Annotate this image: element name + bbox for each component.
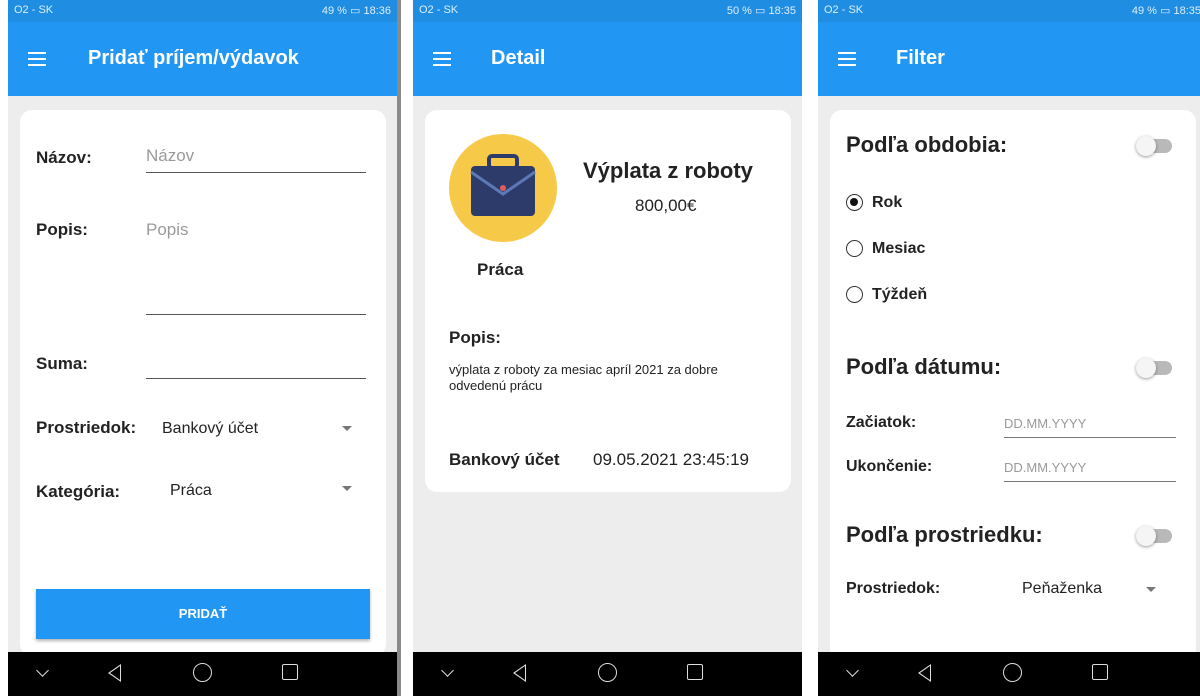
source-filter-title: Podľa prostriedku: — [846, 522, 1043, 547]
carrier-name: O2 - SK — [824, 4, 864, 16]
radio-month-label: Mesiac — [872, 240, 926, 257]
transaction-amount: 800,00€ — [635, 196, 697, 215]
radio-year-label: Rok — [872, 194, 903, 211]
date-filter-title: Podľa dátumu: — [846, 354, 1002, 379]
recent-apps-icon[interactable] — [1092, 664, 1108, 680]
chevron-down-icon — [342, 486, 352, 491]
home-icon[interactable] — [1003, 663, 1022, 682]
page-title: Pridať príjem/výdavok — [88, 47, 299, 69]
description-text: výplata z roboty za mesiac apríl 2021 za… — [449, 362, 718, 393]
carrier-name: O2 - SK — [419, 4, 459, 16]
transaction-name: Výplata z roboty — [583, 158, 753, 183]
amount-label: Suma: — [36, 354, 88, 373]
battery-icon: ▭ — [1160, 5, 1171, 17]
period-toggle[interactable] — [1136, 136, 1172, 156]
back-icon[interactable] — [513, 664, 526, 682]
start-date-input[interactable]: DD.MM.YYYY — [1004, 416, 1176, 438]
status-indicators: 49 % ▭ 18:35 — [1132, 4, 1200, 17]
name-input[interactable]: Názov — [146, 146, 366, 173]
status-bar: O2 - SK 50 % ▭ 18:35 — [413, 0, 802, 22]
detail-card: Výplata z roboty 800,00€ Práca Popis: vý… — [425, 110, 791, 492]
clock: 18:36 — [363, 5, 391, 17]
divider — [397, 0, 401, 696]
app-bar: Pridať príjem/výdavok — [8, 22, 397, 96]
category-name: Práca — [477, 260, 524, 279]
filter-card: Podľa obdobia: Rok Mesiac Týždeň Podľa d… — [830, 110, 1196, 696]
menu-icon[interactable] — [433, 52, 451, 66]
end-date-input[interactable]: DD.MM.YYYY — [1004, 460, 1176, 482]
source-label: Prostriedok: — [36, 418, 137, 437]
recent-apps-icon[interactable] — [687, 664, 703, 680]
app-bar: Filter — [818, 22, 1200, 96]
radio-week-label: Týždeň — [872, 286, 928, 303]
menu-icon[interactable] — [838, 52, 856, 66]
chevron-down-icon — [1146, 587, 1156, 592]
chevron-down-icon[interactable] — [36, 664, 49, 677]
add-button[interactable]: PRIDAŤ — [36, 589, 370, 639]
name-placeholder: Názov — [146, 146, 195, 165]
battery-icon: ▭ — [350, 5, 361, 17]
radio-dot — [850, 198, 858, 206]
clock: 18:35 — [768, 5, 796, 17]
menu-icon[interactable] — [28, 52, 46, 66]
battery-level: 49 % — [1131, 5, 1157, 17]
source-toggle[interactable] — [1136, 526, 1172, 546]
description-placeholder: Popis — [146, 220, 189, 239]
source-label: Prostriedok: — [846, 580, 941, 597]
page-title: Detail — [491, 47, 546, 69]
battery-icon: ▭ — [755, 5, 766, 17]
category-value: Práca — [170, 482, 212, 499]
page-title: Filter — [896, 47, 945, 69]
status-bar: O2 - SK 49 % ▭ 18:36 — [8, 0, 397, 22]
description-label: Popis: — [449, 328, 501, 347]
start-date-label: Začiatok: — [846, 414, 917, 431]
clock: 18:35 — [1173, 5, 1200, 17]
chevron-down-icon[interactable] — [846, 664, 859, 677]
navigation-bar — [818, 652, 1200, 696]
navigation-bar — [413, 652, 802, 696]
filter-screen: O2 - SK 49 % ▭ 18:35 Filter Podľa obdobi… — [818, 0, 1200, 696]
back-icon[interactable] — [108, 664, 121, 682]
description-label: Popis: — [36, 220, 88, 239]
status-bar: O2 - SK 49 % ▭ 18:35 — [818, 0, 1200, 22]
status-indicators: 49 % ▭ 18:36 — [322, 4, 391, 17]
battery-level: 49 % — [321, 5, 347, 17]
transaction-datetime: 09.05.2021 23:45:19 — [593, 450, 749, 469]
category-label: Kategória: — [36, 482, 121, 501]
source-name: Bankový účet — [449, 450, 560, 469]
recent-apps-icon[interactable] — [282, 664, 298, 680]
status-indicators: 50 % ▭ 18:35 — [727, 4, 796, 17]
home-icon[interactable] — [598, 663, 617, 682]
name-label: Názov: — [36, 148, 92, 167]
source-value: Peňaženka — [1022, 580, 1103, 597]
amount-input[interactable] — [146, 352, 366, 379]
home-icon[interactable] — [193, 663, 212, 682]
description-input[interactable]: Popis — [146, 220, 366, 315]
radio-week[interactable] — [846, 286, 863, 303]
period-filter-title: Podľa obdobia: — [846, 132, 1008, 157]
end-date-placeholder: DD.MM.YYYY — [1004, 460, 1087, 475]
chevron-down-icon — [342, 426, 352, 431]
app-bar: Detail — [413, 22, 802, 96]
back-icon[interactable] — [918, 664, 931, 682]
add-transaction-screen: O2 - SK 49 % ▭ 18:36 Pridať príjem/výdav… — [8, 0, 397, 696]
start-date-placeholder: DD.MM.YYYY — [1004, 416, 1087, 431]
radio-year[interactable] — [846, 194, 863, 211]
detail-screen: O2 - SK 50 % ▭ 18:35 Detail Výplata z ro… — [413, 0, 802, 696]
navigation-bar — [8, 652, 397, 696]
radio-month[interactable] — [846, 240, 863, 257]
chevron-down-icon[interactable] — [441, 664, 454, 677]
carrier-name: O2 - SK — [14, 4, 54, 16]
form-card: Názov: Názov Popis: Popis Suma: Prostrie… — [20, 110, 386, 656]
battery-level: 50 % — [726, 5, 752, 17]
date-toggle[interactable] — [1136, 358, 1172, 378]
source-value: Bankový účet — [162, 420, 259, 437]
briefcase-icon — [449, 134, 557, 242]
end-date-label: Ukončenie: — [846, 458, 933, 475]
